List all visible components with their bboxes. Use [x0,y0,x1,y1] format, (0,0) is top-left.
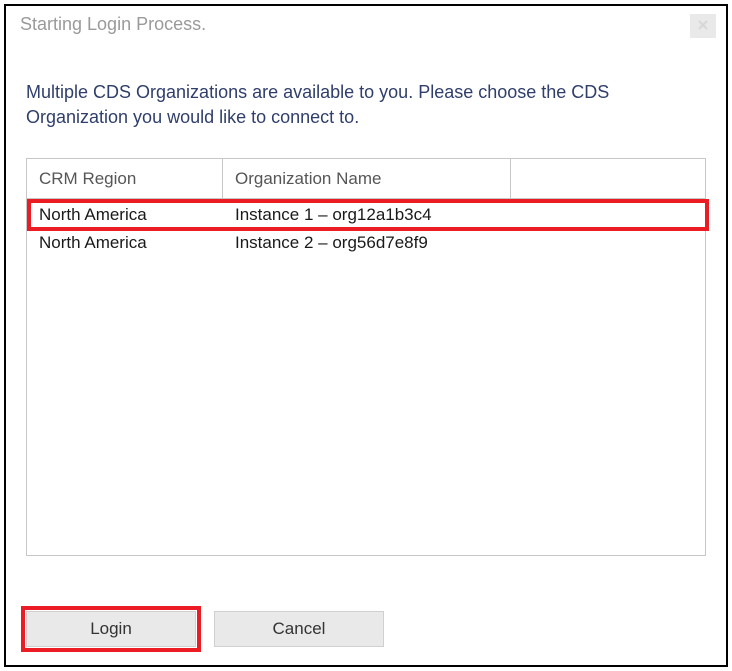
org-table: CRM Region Organization Name North Ameri… [26,158,706,556]
title-bar: Starting Login Process. [6,6,726,38]
window-title: Starting Login Process. [20,14,206,35]
close-icon [698,17,708,35]
table-row[interactable]: North America Instance 2 – org56d7e8f9 [27,229,705,257]
cell-org: Instance 2 – org56d7e8f9 [223,233,705,253]
cell-region: North America [27,205,223,225]
header-crm-region[interactable]: CRM Region [27,159,223,198]
cell-region: North America [27,233,223,253]
cancel-button[interactable]: Cancel [214,611,384,647]
login-button[interactable]: Login [26,611,196,647]
table-body: North America Instance 1 – org12a1b3c4 N… [27,199,705,257]
login-dialog: Starting Login Process. Multiple CDS Org… [4,4,728,667]
header-organization-name[interactable]: Organization Name [223,159,511,198]
table-header: CRM Region Organization Name [27,159,705,199]
header-blank [511,159,705,198]
instruction-text: Multiple CDS Organizations are available… [6,38,646,130]
table-row[interactable]: North America Instance 1 – org12a1b3c4 [27,201,705,229]
button-bar: Login Cancel [26,611,384,647]
cell-org: Instance 1 – org12a1b3c4 [223,205,705,225]
close-button[interactable] [690,14,716,38]
